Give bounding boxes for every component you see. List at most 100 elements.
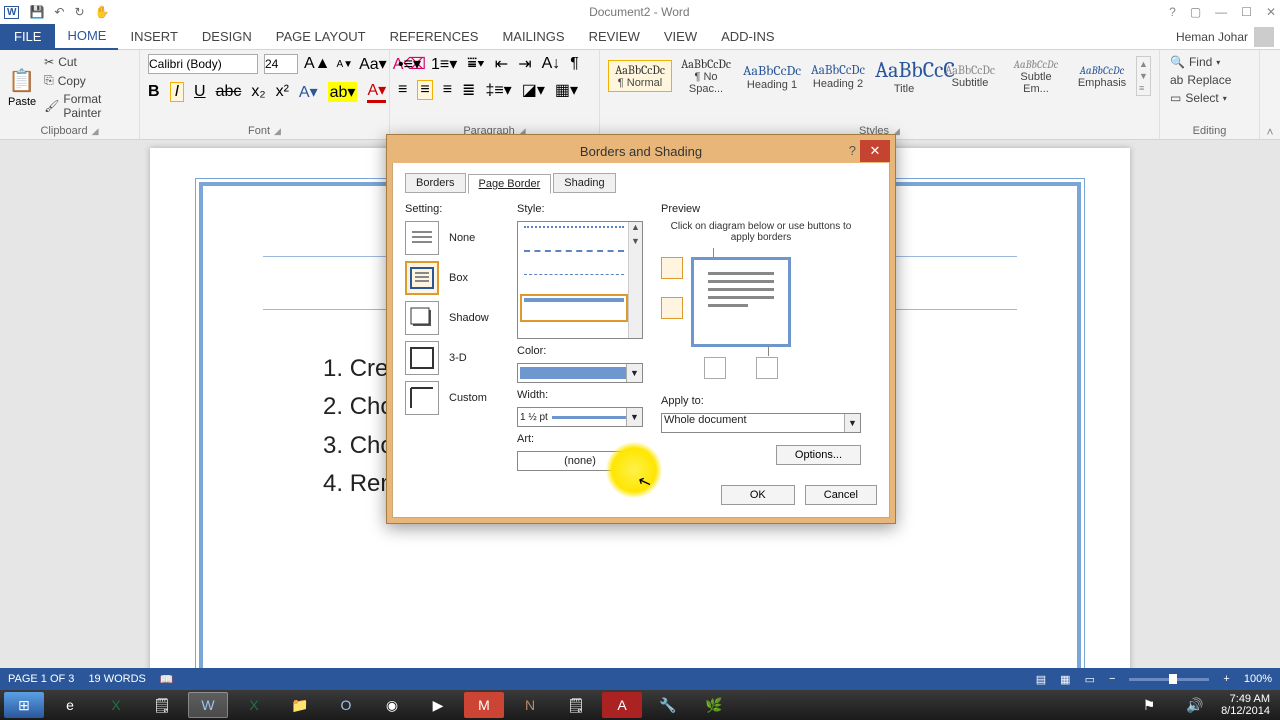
taskbar-app-icon[interactable]: 🔧 <box>648 692 688 718</box>
applyto-select[interactable]: Whole document▼ <box>661 413 861 433</box>
zoom-value[interactable]: 100% <box>1244 673 1272 685</box>
style-heading2[interactable]: AaBbCcDcHeading 2 <box>806 60 870 93</box>
taskbar-media-icon[interactable]: ▶ <box>418 692 458 718</box>
show-marks-icon[interactable]: ¶ <box>570 55 579 73</box>
color-combo[interactable]: ▼ <box>517 363 643 383</box>
change-case-icon[interactable]: Aa▾ <box>359 54 387 74</box>
style-scroll-down-icon[interactable]: ▼ <box>629 236 642 250</box>
taskbar-chrome-icon[interactable]: ◉ <box>372 692 412 718</box>
borders-icon[interactable]: ▦▾ <box>555 80 578 100</box>
styles-down-icon[interactable]: ▼ <box>1139 71 1148 81</box>
art-combo[interactable]: (none)▼ <box>517 451 643 471</box>
text-effects-icon[interactable]: A▾ <box>299 82 318 102</box>
avatar[interactable] <box>1254 27 1274 47</box>
numbering-icon[interactable]: 1≡▾ <box>431 54 457 74</box>
underline-button[interactable]: U <box>194 83 206 101</box>
italic-button[interactable]: I <box>170 82 184 102</box>
dialog-close-icon[interactable]: ✕ <box>860 140 890 162</box>
tab-view[interactable]: VIEW <box>652 24 709 49</box>
tab-references[interactable]: REFERENCES <box>378 24 491 49</box>
minimize-icon[interactable]: — <box>1215 5 1227 19</box>
line-spacing-icon[interactable]: ‡≡▾ <box>485 80 511 100</box>
taskbar-word-icon[interactable]: W <box>188 692 228 718</box>
taskbar-app2-icon[interactable]: 🌿 <box>694 692 734 718</box>
font-color-icon[interactable]: A▾ <box>367 80 386 103</box>
user-name[interactable]: Heman Johar <box>1176 30 1254 44</box>
start-button[interactable]: ⊞ <box>4 692 44 718</box>
replace-button[interactable]: abReplace <box>1168 72 1251 88</box>
taskbar-adobe-icon[interactable]: A <box>602 692 642 718</box>
find-button[interactable]: 🔍Find▾ <box>1168 54 1251 70</box>
taskbar-notepad-icon[interactable]: 🗒 <box>556 692 596 718</box>
maximize-icon[interactable]: ☐ <box>1241 5 1252 19</box>
web-layout-icon[interactable]: ▭ <box>1085 673 1095 686</box>
style-emphasis[interactable]: AaBbCcDcEmphasis <box>1070 61 1134 92</box>
redo-icon[interactable]: ↻ <box>74 5 84 19</box>
bold-button[interactable]: B <box>148 83 160 101</box>
style-subtle-em[interactable]: AaBbCcDcSubtle Em... <box>1004 55 1068 98</box>
touch-mode-icon[interactable]: ✋ <box>95 5 110 19</box>
tab-pagelayout[interactable]: PAGE LAYOUT <box>264 24 378 49</box>
setting-shadow[interactable]: Shadow <box>405 301 505 335</box>
setting-box[interactable]: Box <box>405 261 505 295</box>
status-words[interactable]: 19 WORDS <box>88 673 145 685</box>
inc-indent-icon[interactable]: ⇥ <box>518 54 531 74</box>
bullets-icon[interactable]: •≡▾ <box>398 54 421 74</box>
shrink-font-icon[interactable]: A▼ <box>337 59 354 70</box>
cancel-button[interactable]: Cancel <box>805 485 877 505</box>
setting-none[interactable]: None <box>405 221 505 255</box>
align-center-icon[interactable]: ≡ <box>417 80 432 100</box>
options-button[interactable]: Options... <box>776 445 861 465</box>
border-right-button[interactable] <box>756 357 778 379</box>
justify-icon[interactable]: ≣ <box>462 80 475 100</box>
styles-up-icon[interactable]: ▲ <box>1139 59 1148 69</box>
tab-addins[interactable]: ADD-INS <box>709 24 786 49</box>
subscript-button[interactable]: x₂ <box>251 83 265 101</box>
font-launcher-icon[interactable]: ◢ <box>274 126 281 137</box>
dlg-tab-shading[interactable]: Shading <box>553 173 615 193</box>
multilevel-icon[interactable]: ⩸▾ <box>467 55 485 73</box>
styles-gallery[interactable]: AaBbCcDc¶ Normal AaBbCcDc¶ No Spac... Aa… <box>608 54 1151 98</box>
dialog-help-icon[interactable]: ? <box>849 143 856 158</box>
style-title[interactable]: AaBbCcCTitle <box>872 54 936 98</box>
print-layout-icon[interactable]: ▦ <box>1060 673 1070 686</box>
paste-icon[interactable]: 📋 <box>8 68 35 94</box>
status-page[interactable]: PAGE 1 OF 3 <box>8 673 74 685</box>
style-scroll-up-icon[interactable]: ▲ <box>629 222 642 236</box>
strike-button[interactable]: abc <box>216 83 242 101</box>
font-size-combo[interactable] <box>264 54 298 74</box>
taskbar-m-icon[interactable]: M <box>464 692 504 718</box>
styles-more-icon[interactable]: ≡ <box>1139 83 1148 93</box>
format-painter-button[interactable]: 🖌Format Painter <box>42 91 131 121</box>
paste-label[interactable]: Paste <box>8 96 36 108</box>
border-top-button[interactable] <box>661 257 683 279</box>
setting-custom[interactable]: Custom <box>405 381 505 415</box>
copy-button[interactable]: ⎘Copy <box>42 72 131 89</box>
zoom-slider[interactable] <box>1129 678 1209 681</box>
tray-flag-icon[interactable]: ⚑ <box>1129 692 1169 718</box>
dec-indent-icon[interactable]: ⇤ <box>495 54 508 74</box>
dlg-tab-pageborder[interactable]: Page Border <box>468 174 552 194</box>
dlg-tab-borders[interactable]: Borders <box>405 173 466 193</box>
superscript-button[interactable]: x² <box>276 83 289 101</box>
save-icon[interactable]: 💾 <box>29 5 44 19</box>
tab-review[interactable]: REVIEW <box>577 24 652 49</box>
font-name-combo[interactable] <box>148 54 258 74</box>
tab-insert[interactable]: INSERT <box>118 24 189 49</box>
style-heading1[interactable]: AaBbCcDcHeading 1 <box>740 59 804 94</box>
tab-mailings[interactable]: MAILINGS <box>490 24 576 49</box>
zoom-in-icon[interactable]: + <box>1223 673 1229 685</box>
grow-font-icon[interactable]: A▲ <box>304 55 331 73</box>
style-list[interactable]: ▲▼ <box>517 221 643 339</box>
highlight-icon[interactable]: ab▾ <box>328 82 358 102</box>
sort-icon[interactable]: A↓ <box>542 55 561 73</box>
zoom-out-icon[interactable]: − <box>1109 673 1115 685</box>
proofing-icon[interactable]: 📖 <box>160 673 174 686</box>
style-nospacing[interactable]: AaBbCcDc¶ No Spac... <box>674 54 738 98</box>
taskbar-ie-icon[interactable]: e <box>50 692 90 718</box>
clipboard-launcher-icon[interactable]: ◢ <box>92 126 99 137</box>
taskbar-outlook-icon[interactable]: O <box>326 692 366 718</box>
dialog-title-bar[interactable]: Borders and Shading ? ✕ <box>392 140 890 163</box>
tab-file[interactable]: FILE <box>0 24 55 50</box>
help-icon[interactable]: ? <box>1169 5 1176 19</box>
